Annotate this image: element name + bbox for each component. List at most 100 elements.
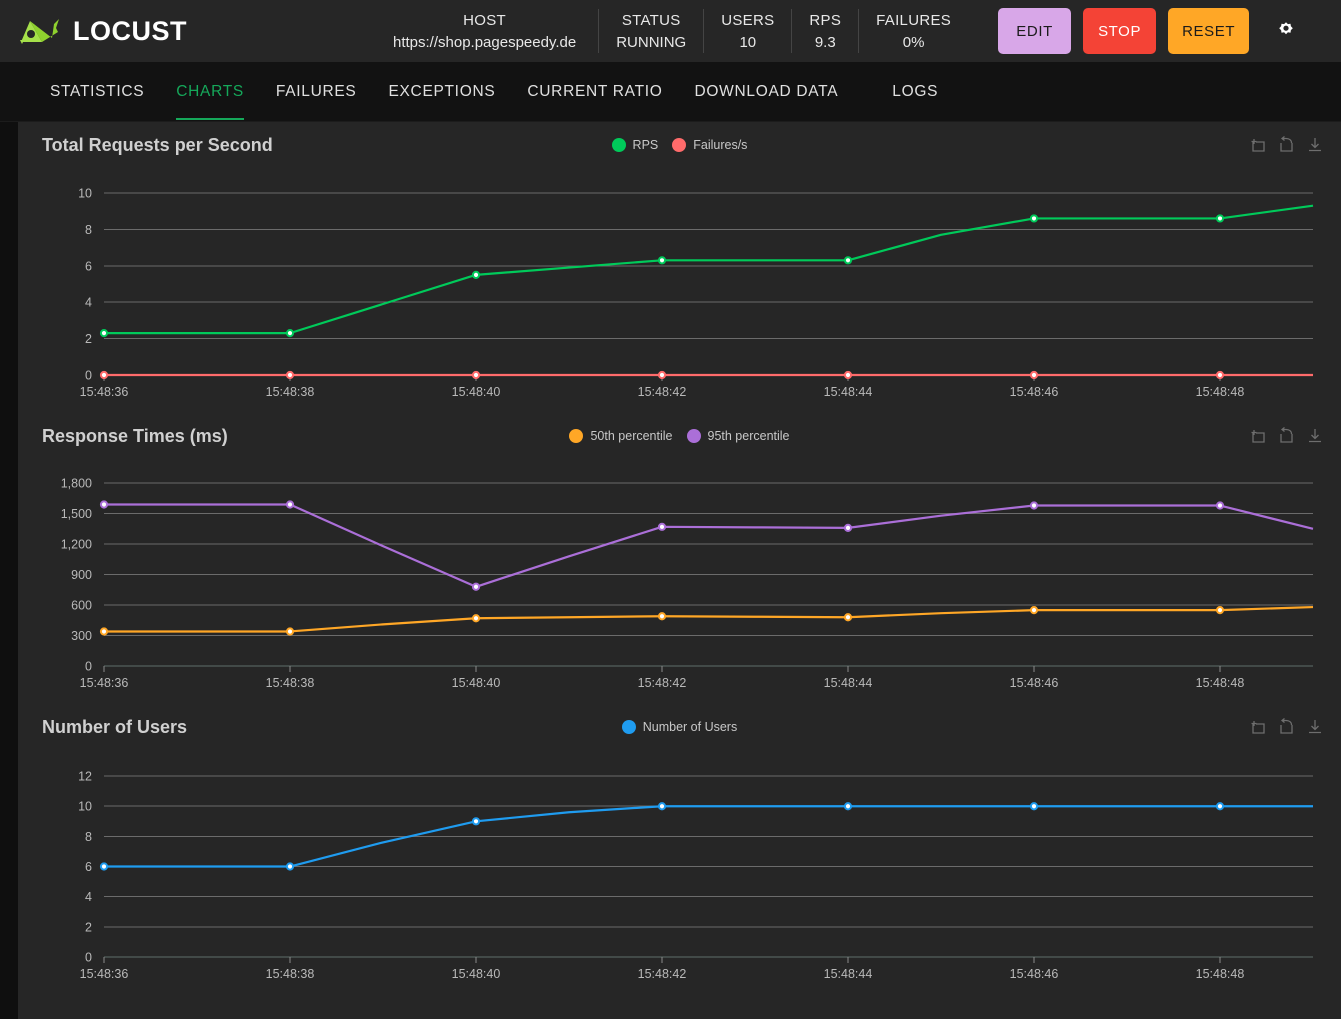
restore-undo-icon[interactable] [1277, 717, 1297, 737]
y-tick-label: 2 [85, 920, 92, 934]
stat-users: USERS 10 [704, 9, 793, 53]
download-icon[interactable] [1305, 135, 1325, 155]
y-tick-label: 0 [85, 369, 92, 383]
data-point-marker[interactable] [99, 862, 109, 871]
data-point-marker[interactable] [1215, 501, 1225, 510]
data-point-marker[interactable] [843, 256, 853, 265]
header-stats: HOST https://shop.pagespeedy.de STATUS R… [371, 9, 968, 53]
data-point-marker[interactable] [1215, 802, 1225, 811]
chart-plot-area[interactable]: 0 300 600 900 1,200 1,500 1,800 15:48:36 15:48:3… [18, 459, 1341, 704]
data-point-marker[interactable] [843, 370, 853, 380]
chart-plot-area[interactable]: 0 2 4 6 8 10 15:48:36 15:48:38 15:48:40 15:48:42 1… [18, 168, 1341, 413]
data-point-marker[interactable] [99, 500, 109, 509]
data-point-marker[interactable] [843, 613, 853, 622]
data-point-marker[interactable] [1029, 606, 1039, 615]
legend-item[interactable]: RPS [611, 138, 658, 152]
settings-button[interactable] [1271, 16, 1301, 46]
data-point-marker[interactable] [99, 370, 109, 380]
stat-status-label: STATUS [621, 11, 681, 29]
data-point-marker[interactable] [1215, 214, 1225, 223]
stat-rps: RPS 9.3 [792, 9, 860, 53]
tab-current-ratio[interactable]: CURRENT RATIO [511, 63, 678, 120]
download-icon[interactable] [1305, 426, 1325, 446]
data-point-marker[interactable] [471, 817, 481, 826]
y-tick-label: 8 [85, 223, 92, 237]
restore-undo-icon[interactable] [1277, 135, 1297, 155]
data-point-marker[interactable] [657, 256, 667, 265]
y-tick-label: 10 [78, 186, 92, 200]
legend-color-swatch [621, 720, 636, 734]
tab-charts[interactable]: CHARTS [160, 63, 260, 120]
logo[interactable]: LOCUST [18, 16, 187, 47]
tab-bar: STATISTICS CHARTS FAILURES EXCEPTIONS CU… [0, 62, 1341, 122]
stat-failures-label: FAILURES [876, 11, 952, 29]
tab-statistics[interactable]: STATISTICS [34, 63, 160, 120]
series-line [104, 204, 1314, 335]
data-point-marker[interactable] [657, 370, 667, 380]
chart-title: Response Times (ms) [42, 425, 228, 446]
box-zoom-icon[interactable] [1249, 717, 1269, 737]
data-point-marker[interactable] [1029, 370, 1039, 380]
data-point-marker[interactable] [471, 582, 481, 591]
data-point-marker[interactable] [99, 329, 109, 338]
data-point-marker[interactable] [657, 802, 667, 811]
x-tick-label: 15:48:40 [452, 385, 501, 399]
stat-rps-label: RPS [809, 11, 842, 29]
data-point-marker[interactable] [843, 523, 853, 532]
x-tick-label: 15:48:44 [824, 385, 873, 399]
download-icon[interactable] [1305, 717, 1325, 737]
tab-failures[interactable]: FAILURES [260, 63, 373, 120]
reset-button[interactable]: RESET [1168, 8, 1250, 54]
data-point-marker[interactable] [285, 627, 295, 636]
series-layer [99, 204, 1314, 380]
data-point-marker[interactable] [1029, 802, 1039, 811]
stop-button[interactable]: STOP [1083, 8, 1157, 54]
y-tick-label: 8 [85, 830, 92, 844]
grid-and-axes [103, 775, 1313, 963]
legend-label: 95th percentile [707, 429, 790, 443]
tab-download-data[interactable]: DOWNLOAD DATA [679, 63, 855, 120]
legend-item[interactable]: Failures/s [672, 138, 747, 152]
data-point-marker[interactable] [1029, 214, 1039, 223]
chart-number-of-users: Number of Users Number of Users 0 2 4 6 … [18, 704, 1341, 995]
data-point-marker[interactable] [471, 614, 481, 623]
stat-host-value: https://shop.pagespeedy.de [393, 33, 577, 51]
box-zoom-icon[interactable] [1249, 426, 1269, 446]
restore-undo-icon[interactable] [1277, 426, 1297, 446]
data-point-marker[interactable] [1029, 501, 1039, 510]
data-point-marker[interactable] [1215, 370, 1225, 380]
data-point-marker[interactable] [99, 627, 109, 636]
grid-and-axes [103, 192, 1313, 381]
tab-logs[interactable]: LOGS [876, 63, 954, 120]
box-zoom-icon[interactable] [1249, 135, 1269, 155]
y-tick-label: 12 [78, 770, 92, 784]
data-point-marker[interactable] [285, 862, 295, 871]
chart-response-times: Response Times (ms) 50th percentile 95th… [18, 413, 1341, 704]
legend-item[interactable]: Number of Users [621, 720, 737, 734]
x-tick-label: 15:48:46 [1010, 385, 1059, 399]
legend-item[interactable]: 50th percentile [569, 429, 673, 443]
x-tick-label: 15:48:40 [452, 676, 501, 690]
data-point-marker[interactable] [471, 370, 481, 380]
legend-item[interactable]: 95th percentile [686, 429, 790, 443]
data-point-marker[interactable] [843, 802, 853, 811]
y-tick-label: 1,200 [61, 538, 92, 552]
tab-exceptions[interactable]: EXCEPTIONS [372, 63, 511, 120]
data-point-marker[interactable] [1215, 606, 1225, 615]
x-tick-label: 15:48:46 [1010, 676, 1059, 690]
x-tick-label: 15:48:48 [1196, 967, 1245, 981]
data-point-marker[interactable] [657, 612, 667, 621]
stat-users-value: 10 [739, 33, 757, 51]
stat-rps-value: 9.3 [814, 33, 836, 51]
charts-page: Total Requests per Second RPS Failures/s [0, 122, 1341, 1019]
data-point-marker[interactable] [471, 270, 481, 279]
edit-button[interactable]: EDIT [998, 8, 1072, 54]
data-point-marker[interactable] [285, 500, 295, 509]
chart-plot-area[interactable]: 0 2 4 6 8 10 12 15:48:36 15:48:38 15:48:40 15:48:4… [18, 750, 1341, 995]
data-point-marker[interactable] [657, 522, 667, 531]
data-point-marker[interactable] [285, 370, 295, 380]
legend-label: Failures/s [693, 138, 748, 152]
data-point-marker[interactable] [285, 329, 295, 338]
stat-host-label: HOST [463, 11, 507, 29]
stat-failures: FAILURES 0% [859, 9, 968, 53]
